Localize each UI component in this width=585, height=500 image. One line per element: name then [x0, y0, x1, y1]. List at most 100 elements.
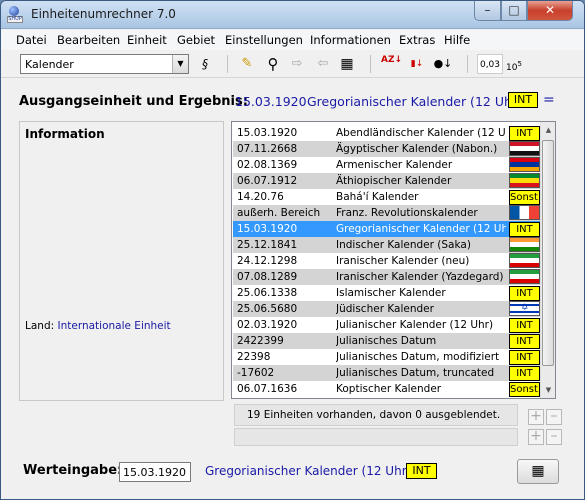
- category-select[interactable]: Kalender ▼: [20, 54, 189, 74]
- search-icon[interactable]: ⚲: [263, 54, 283, 74]
- move-right-icon[interactable]: ⇨: [287, 54, 307, 74]
- plus-icon[interactable]: +: [528, 409, 544, 425]
- list-item-badge: INT: [509, 333, 540, 349]
- input-unit[interactable]: Gregorianischer Kalender (12 Uhr): [205, 464, 411, 478]
- list-item[interactable]: 07.11.2668 Ägyptischer Kalender (Nabon.): [233, 141, 541, 157]
- decimals-button[interactable]: 0,03: [477, 54, 503, 74]
- list-item-name: Julianisches Datum: [336, 335, 437, 347]
- scroll-up-icon[interactable]: ▲: [541, 122, 555, 138]
- list-item-name: Bahá'í Kalender: [336, 191, 419, 203]
- list-item[interactable]: 14.20.76 Bahá'í Kalender Sonst.: [233, 189, 541, 205]
- list-item[interactable]: 02.03.1920 Julianischer Kalender (12 Uhr)…: [233, 317, 541, 333]
- list-item-value: 25.06.1338: [237, 287, 298, 299]
- list-item-value: 2422399: [237, 335, 284, 347]
- list-item-name: Armenischer Kalender: [336, 159, 453, 171]
- calculator-button[interactable]: ▦: [517, 459, 559, 484]
- unit-rows: 15.03.1920 Abendländischer Kalender (12 U…: [233, 125, 541, 397]
- close-button[interactable]: ✕: [527, 1, 573, 21]
- list-item-badge: INT: [509, 125, 540, 141]
- result-badge: INT: [508, 92, 538, 108]
- list-item-badge: INT: [509, 365, 540, 381]
- list-item-name: Gregorianischer Kalender (12 Uhr): [336, 223, 506, 235]
- list-item-name: Julianisches Datum, truncated: [336, 367, 495, 379]
- plus-icon[interactable]: +: [528, 429, 544, 445]
- iran-flag-icon: [509, 269, 540, 285]
- list-item-name: Äthiopischer Kalender: [336, 175, 452, 187]
- list-item[interactable]: 15.03.1920 Gregorianischer Kalender (12 U…: [233, 221, 541, 237]
- sort-color-icon[interactable]: ▮↓: [407, 54, 427, 74]
- list-item-name: Julianisches Datum, modifiziert: [336, 351, 500, 363]
- menu-extras[interactable]: Extras: [399, 33, 435, 47]
- list-item[interactable]: 06.07.1636 Koptischer Kalender Sonst.: [233, 381, 541, 397]
- list-item-badge: INT: [509, 349, 540, 365]
- badge-label: INT: [509, 286, 540, 301]
- list-item-value: 02.03.1920: [237, 319, 298, 331]
- minus-icon[interactable]: –: [546, 409, 562, 425]
- unit-list[interactable]: 15.03.1920 Abendländischer Kalender (12 U…: [231, 121, 556, 399]
- menu-einstellungen[interactable]: Einstellungen: [225, 33, 303, 47]
- toolbar-separator: [227, 55, 228, 73]
- land-link[interactable]: Internationale Einheit: [58, 320, 171, 332]
- list-item-badge: Sonst.: [509, 381, 542, 397]
- list-item[interactable]: 25.06.1338 Islamischer Kalender INT: [233, 285, 541, 301]
- armenia-flag-icon: [509, 157, 540, 173]
- menu-bearbeiten[interactable]: Bearbeiten: [57, 33, 120, 47]
- info-land: Land: Internationale Einheit: [25, 320, 171, 332]
- info-title: Information: [25, 127, 105, 141]
- iran-flag-icon: [509, 253, 540, 269]
- list-item-badge: INT: [509, 221, 540, 237]
- list-item[interactable]: 2422399 Julianisches Datum INT: [233, 333, 541, 349]
- list-item-value: 24.12.1298: [237, 255, 298, 267]
- ethiopia-flag-icon: [509, 173, 540, 189]
- list-item-value: 25.12.1841: [237, 239, 298, 251]
- list-item[interactable]: 07.08.1289 Iranischer Kalender (Yazdegard…: [233, 269, 541, 285]
- scroll-thumb[interactable]: [542, 140, 554, 366]
- france-flag-icon: [509, 205, 540, 221]
- badge-label: INT: [509, 318, 540, 333]
- app-logo-icon: SHUP: [7, 6, 23, 23]
- toolbar-separator: [467, 55, 468, 73]
- list-item-name: Iranischer Kalender (Yazdegard): [336, 271, 504, 283]
- pencil-icon[interactable]: ✎: [237, 54, 257, 74]
- menu-informationen[interactable]: Informationen: [310, 33, 391, 47]
- badge-label: Sonst.: [509, 382, 542, 397]
- input-label: Werteingabe:: [23, 463, 123, 478]
- app-window: SHUP Einheitenumrechner 7.0 – □ ✕ Datei …: [0, 0, 585, 500]
- info-panel: Information Land: Internationale Einheit: [19, 121, 224, 401]
- list-item[interactable]: -17602 Julianisches Datum, truncated INT: [233, 365, 541, 381]
- menu-einheit[interactable]: Einheit: [127, 33, 167, 47]
- list-item-name: Koptischer Kalender: [336, 383, 442, 395]
- sort-group-icon[interactable]: ●↓: [433, 54, 453, 74]
- menu-gebiet[interactable]: Gebiet: [177, 33, 215, 47]
- list-item-value: 15.03.1920: [237, 223, 298, 235]
- sort-alpha-icon[interactable]: AZ↓: [381, 54, 402, 74]
- maximize-button[interactable]: □: [501, 1, 527, 21]
- scroll-down-icon[interactable]: ▼: [541, 382, 555, 398]
- list-item[interactable]: 25.06.5680 Jüdischer Kalender ✡: [233, 301, 541, 317]
- list-scrollbar[interactable]: ▲ ▼: [540, 122, 555, 398]
- list-item[interactable]: 24.12.1298 Iranischer Kalender (neu): [233, 253, 541, 269]
- value-input[interactable]: [119, 462, 191, 482]
- list-item-value: -17602: [237, 367, 275, 379]
- minus-icon[interactable]: –: [546, 429, 562, 445]
- list-item[interactable]: 22398 Julianisches Datum, modifiziert INT: [233, 349, 541, 365]
- list-item[interactable]: 25.12.1841 Indischer Kalender (Saka): [233, 237, 541, 253]
- calculator-icon[interactable]: ▦: [337, 54, 357, 74]
- list-item[interactable]: außerh. Bereich Franz. Revolutionskalende…: [233, 205, 541, 221]
- list-item[interactable]: 15.03.1920 Abendländischer Kalender (12 U…: [233, 125, 541, 141]
- category-select-value: Kalender: [25, 58, 74, 71]
- list-item[interactable]: 06.07.1912 Äthiopischer Kalender: [233, 173, 541, 189]
- formula-icon[interactable]: §: [195, 54, 215, 74]
- equals-sign: =: [543, 92, 555, 108]
- exponent-button[interactable]: 105: [505, 54, 523, 74]
- menu-datei[interactable]: Datei: [16, 33, 47, 47]
- israel-flag-icon: ✡: [509, 301, 540, 317]
- list-item[interactable]: 02.08.1369 Armenischer Kalender: [233, 157, 541, 173]
- title-bar[interactable]: SHUP Einheitenumrechner 7.0 – □ ✕: [1, 1, 584, 29]
- badge-label: INT: [509, 350, 540, 365]
- menu-hilfe[interactable]: Hilfe: [444, 33, 470, 47]
- toolbar: Kalender ▼ § ✎ ⚲ ⇨ ⇦ ▦ AZ↓ ▮↓ ●↓ 0,03 10…: [1, 50, 584, 78]
- minimize-button[interactable]: –: [474, 1, 501, 21]
- chevron-down-icon[interactable]: ▼: [172, 55, 188, 73]
- move-left-icon[interactable]: ⇦: [313, 54, 333, 74]
